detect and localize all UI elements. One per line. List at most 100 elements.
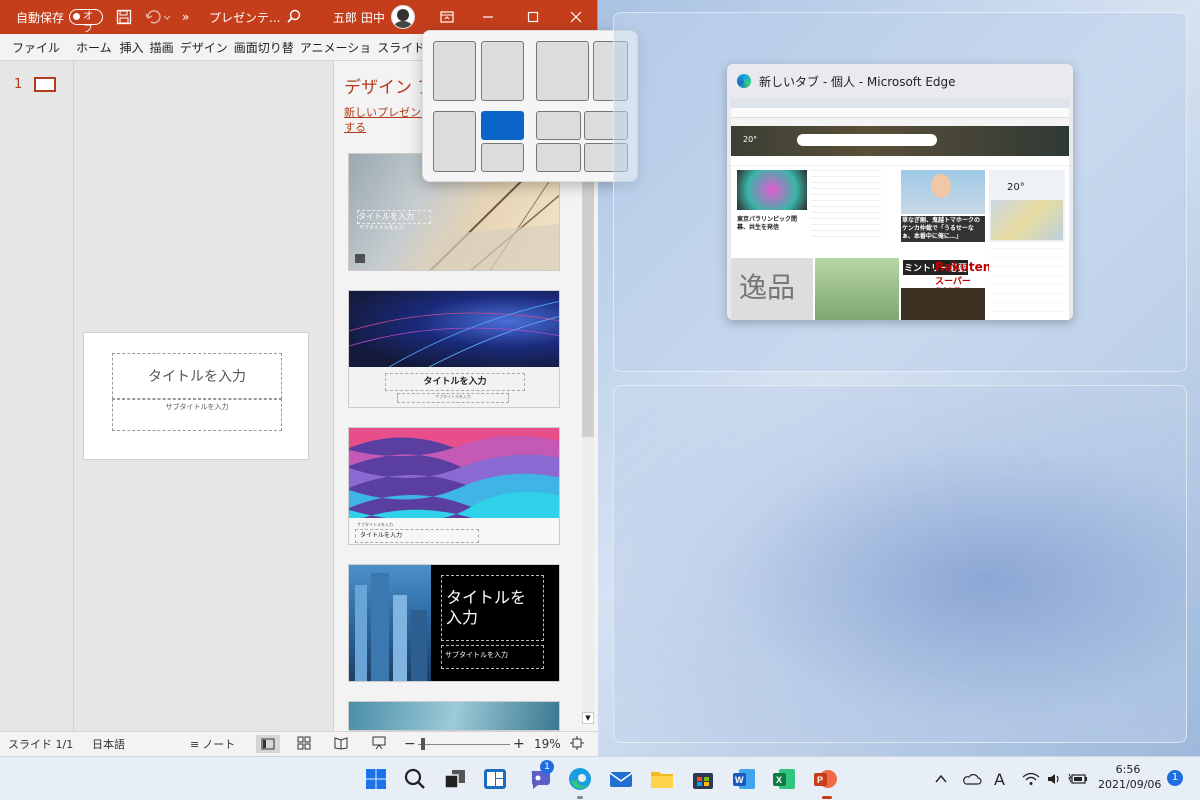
edge-weather-top: 20°	[743, 135, 758, 144]
slide-thumbnails-pane: 1	[0, 61, 74, 731]
design2-sub: サブタイトルを入力	[397, 393, 509, 403]
edge-window-preview[interactable]: 新しいタブ - 個人 - Microsoft Edge 20° 東京パラリンピッ…	[727, 64, 1073, 320]
more-commands-button[interactable]: »	[182, 0, 189, 34]
word-icon[interactable]: W	[731, 766, 757, 792]
snap-layout3-top-right[interactable]	[481, 111, 524, 140]
document-title[interactable]: プレゼンテ...	[209, 0, 280, 34]
fit-slide-icon[interactable]	[570, 735, 584, 753]
zoom-slider-thumb[interactable]	[421, 738, 425, 750]
search-icon[interactable]	[286, 0, 302, 34]
design-option-3[interactable]: サブタイトルを入力 タイトルを入力	[348, 427, 560, 545]
save-icon[interactable]	[116, 0, 132, 34]
tab-file[interactable]: ファイル	[0, 39, 63, 56]
edge-page-content: 20° 東京パラリンピック閉幕、共生を発信 草なぎ剛、鬼越トマホークのケンカ仲裁…	[731, 98, 1069, 320]
video-icon	[355, 254, 365, 263]
normal-view-icon[interactable]	[256, 735, 280, 753]
avatar[interactable]	[391, 0, 415, 34]
start-icon[interactable]	[363, 766, 389, 792]
tab-home[interactable]: ホーム	[73, 39, 115, 56]
user-name[interactable]: 五郎 田中	[333, 0, 385, 34]
autosave-state: オフ	[83, 11, 94, 35]
tab-transitions[interactable]: 画面切り替	[231, 39, 297, 56]
snap-layout4-top-left[interactable]	[536, 111, 581, 140]
edge-icon[interactable]	[567, 766, 593, 792]
slide-number: 1	[14, 77, 23, 92]
autosave-control[interactable]: 自動保存 オフ	[16, 0, 104, 35]
tab-insert[interactable]: 挿入	[117, 39, 147, 56]
tab-design[interactable]: デザイン	[177, 39, 231, 56]
mail-icon[interactable]	[608, 766, 634, 792]
search-icon[interactable]	[402, 766, 428, 792]
close-button[interactable]	[570, 0, 582, 34]
language[interactable]: 日本語	[92, 736, 125, 752]
svg-text:P: P	[817, 775, 823, 785]
show-hidden-icons-icon[interactable]	[934, 757, 948, 800]
snap-layout1-left[interactable]	[433, 41, 476, 101]
snap-layout1-right[interactable]	[481, 41, 524, 101]
reading-view-icon[interactable]	[334, 736, 348, 753]
slide-sorter-icon[interactable]	[297, 736, 311, 753]
designer-title: デザイン ア	[344, 78, 435, 98]
snap-layout3-left[interactable]	[433, 111, 476, 172]
maximize-button[interactable]	[527, 0, 539, 34]
battery-icon[interactable]	[1068, 757, 1088, 800]
ad-banner: ミントリー必要 Rakuten スーパーSALE	[901, 258, 991, 320]
powerpoint-running-indicator	[822, 796, 832, 799]
designer-scrollbar[interactable]: ▼	[582, 149, 594, 724]
edge-search-box[interactable]	[797, 134, 937, 146]
tab-draw[interactable]: 描画	[147, 39, 177, 56]
undo-icon[interactable]	[144, 0, 172, 34]
tab-animations[interactable]: アニメーショ	[297, 39, 375, 56]
slide-canvas[interactable]: タイトルを入力 サブタイトルを入力	[83, 332, 309, 460]
status-bar: スライド 1/1 日本語 ≡ ノート − + 19%	[0, 731, 598, 756]
widgets-icon[interactable]	[482, 766, 508, 792]
clock[interactable]: 6:56 2021/09/06	[1098, 762, 1161, 792]
news-headline-1: 東京パラリンピック閉幕、共生を発信	[737, 216, 798, 231]
snap-layout3-bottom-right[interactable]	[481, 143, 524, 172]
ribbon-display-options-icon[interactable]	[440, 0, 454, 34]
snap-layout2-left[interactable]	[536, 41, 589, 101]
notes-label: ノート	[202, 738, 236, 751]
ppt-titlebar: 自動保存 オフ » プレゼンテ... 五郎 田中	[0, 0, 597, 35]
news-image-1	[737, 170, 807, 210]
design4-title: タイトルを 入力	[441, 575, 544, 641]
ime-icon[interactable]: A	[994, 757, 1005, 800]
notification-badge[interactable]: 1	[1167, 770, 1183, 786]
design-option-2[interactable]: タイトルを入力 サブタイトルを入力	[348, 290, 560, 408]
store-icon[interactable]	[690, 766, 716, 792]
designer-scroll-thumb[interactable]	[582, 149, 594, 437]
onedrive-icon[interactable]	[962, 757, 982, 800]
powerpoint-icon[interactable]: P	[812, 766, 838, 792]
excel-icon[interactable]: X	[771, 766, 797, 792]
snap-layout4-bottom-left[interactable]	[536, 143, 581, 172]
snap-zone-bottom-right[interactable]	[613, 385, 1187, 743]
slide-thumbnail[interactable]	[34, 77, 56, 92]
slide-title-placeholder[interactable]: タイトルを入力	[112, 353, 282, 399]
design1-title: タイトルを入力	[357, 210, 431, 224]
design1-sub: サブタイトルを入力	[359, 225, 405, 231]
design-option-4[interactable]: タイトルを 入力 サブタイトルを入力	[348, 564, 560, 682]
more-label: »	[182, 10, 190, 24]
file-explorer-icon[interactable]	[649, 766, 675, 792]
svg-text:W: W	[735, 775, 744, 785]
design3-title: タイトルを入力	[355, 529, 479, 543]
design-option-5[interactable]	[348, 701, 560, 731]
slide-editor: タイトルを入力 サブタイトルを入力	[75, 61, 332, 731]
chat-icon[interactable]: 1	[528, 760, 554, 792]
design4-sub: サブタイトルを入力	[441, 645, 544, 669]
notes-button[interactable]: ≡ ノート	[190, 736, 235, 752]
edge-logo-icon	[737, 74, 751, 88]
zoom-level[interactable]: 19%	[534, 737, 561, 751]
task-view-icon[interactable]	[442, 766, 468, 792]
zoom-in-button[interactable]: +	[513, 736, 525, 752]
scroll-down-icon[interactable]: ▼	[582, 712, 594, 724]
volume-icon[interactable]	[1046, 757, 1062, 800]
zoom-slider-track[interactable]	[418, 744, 510, 745]
autosave-toggle[interactable]: オフ	[69, 9, 104, 35]
zoom-out-button[interactable]: −	[404, 736, 416, 752]
news-image-4	[815, 258, 899, 320]
slideshow-icon[interactable]	[372, 736, 386, 753]
wifi-icon[interactable]	[1022, 757, 1040, 800]
slide-subtitle-placeholder[interactable]: サブタイトルを入力	[112, 399, 282, 431]
minimize-button[interactable]	[482, 0, 494, 34]
